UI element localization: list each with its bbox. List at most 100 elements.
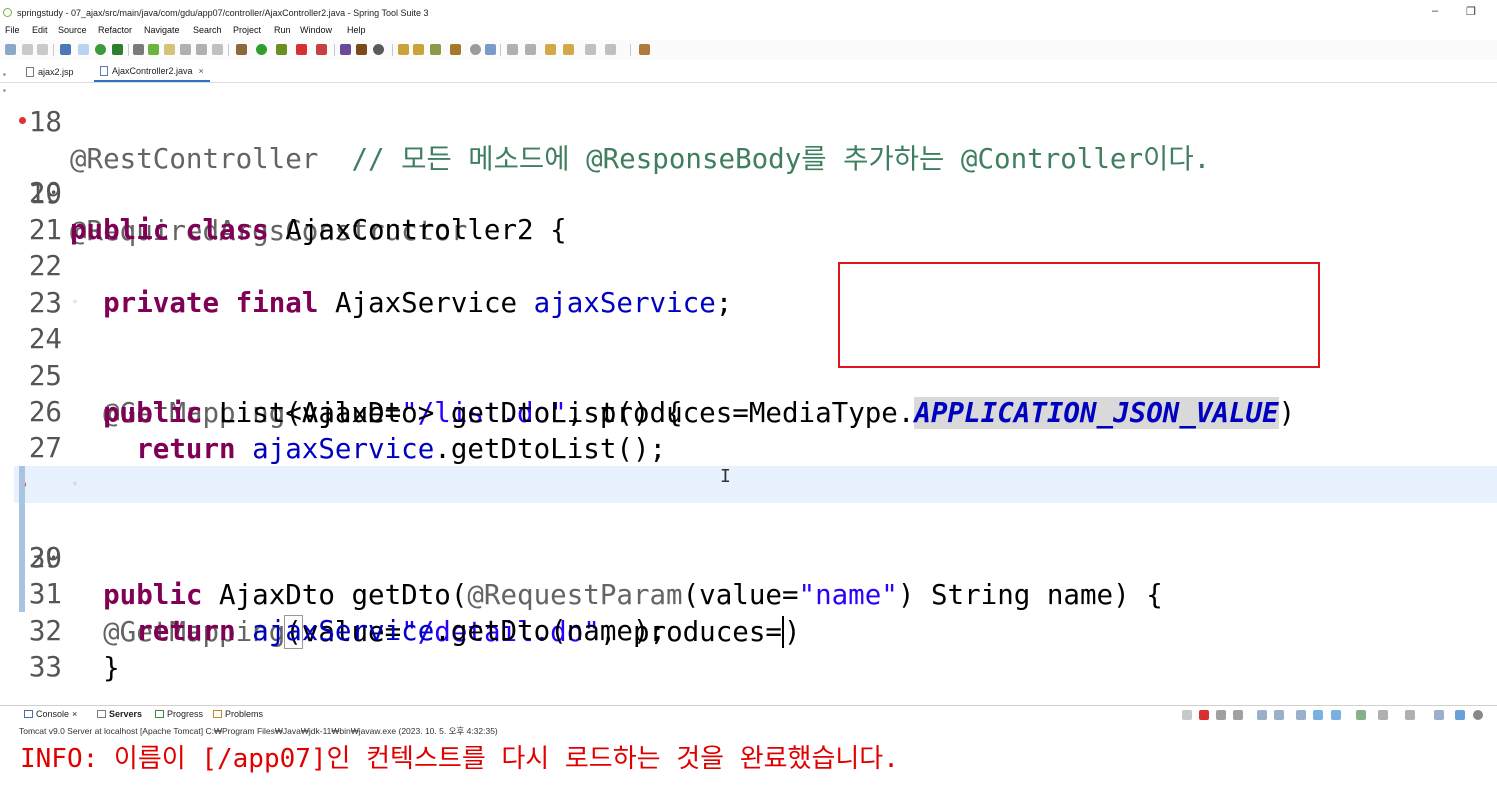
code-line: 31 return ajaxService.getDto(name);: [14, 539, 1497, 647]
toolbar-divider: [53, 44, 54, 56]
menu-help[interactable]: Help: [347, 25, 366, 35]
menu-bar: File Edit Source Refactor Navigate Searc…: [0, 23, 1497, 39]
close-tab-icon[interactable]: ×: [199, 66, 204, 76]
console-tab-bar: Console × Servers Progress Problems: [0, 705, 1497, 725]
coverage-icon[interactable]: [276, 44, 287, 55]
boot-dashboard-icon[interactable]: [95, 44, 106, 55]
minimize-console-icon[interactable]: [1434, 710, 1444, 720]
word-wrap-icon[interactable]: [1257, 710, 1267, 720]
tab-problems[interactable]: Problems: [213, 709, 263, 719]
show-stderr-icon[interactable]: [1313, 710, 1323, 720]
fold-toggle-icon[interactable]: ◦: [72, 284, 78, 321]
fold-toggle-icon[interactable]: ◦: [72, 466, 78, 503]
debug-icon[interactable]: [236, 44, 247, 55]
new-package-icon[interactable]: [356, 44, 367, 55]
spring-icon[interactable]: [133, 44, 144, 55]
paragraph-icon[interactable]: [212, 44, 223, 55]
terminal-icon[interactable]: [60, 44, 71, 55]
tab-ajax2-jsp[interactable]: ajax2.jsp: [20, 62, 80, 82]
new-project-icon[interactable]: [340, 44, 351, 55]
menu-search[interactable]: Search: [193, 25, 222, 35]
maximize-console-icon[interactable]: [1455, 710, 1465, 720]
external-tools-icon[interactable]: [316, 44, 327, 55]
remove-all-icon[interactable]: [1233, 710, 1243, 720]
code-line: 32 }: [14, 576, 1497, 684]
tab-servers[interactable]: Servers: [97, 709, 142, 719]
code-line: 20 public class AjaxController2 {: [14, 138, 1497, 246]
run-icon[interactable]: [256, 44, 267, 55]
open-perspective-icon[interactable]: [639, 44, 650, 55]
prev-edit-icon[interactable]: [525, 44, 536, 55]
tab-label: Servers: [109, 709, 143, 719]
spring-app-icon: [3, 8, 12, 17]
pin-console-icon[interactable]: [1182, 710, 1192, 720]
stop-icon[interactable]: [296, 44, 307, 55]
tab-label: Console: [36, 709, 70, 719]
remove-launch-icon[interactable]: [1216, 710, 1226, 720]
window-title: springstudy - 07_ajax/src/main/java/com/…: [17, 8, 429, 18]
outline-icon[interactable]: ▪: [3, 86, 6, 95]
refresh-icon[interactable]: [112, 44, 123, 55]
menu-navigate[interactable]: Navigate: [144, 25, 180, 35]
close-tab-icon[interactable]: ×: [72, 709, 77, 719]
horizontal-scrollbar[interactable]: [14, 688, 1497, 702]
open-folder-icon[interactable]: [398, 44, 409, 55]
scroll-lock-icon[interactable]: [1274, 710, 1284, 720]
minimize-button[interactable]: –: [1432, 5, 1438, 17]
toggle-icon[interactable]: [78, 44, 89, 55]
terminate-icon[interactable]: [1199, 710, 1209, 720]
tab-ajaxcontroller2-java[interactable]: AjaxController2.java ×: [94, 62, 210, 82]
progress-icon: [155, 710, 164, 718]
next-edit-icon[interactable]: [507, 44, 518, 55]
annotation-icon[interactable]: [450, 44, 461, 55]
error-marker-icon[interactable]: [19, 117, 26, 124]
save-all-icon[interactable]: [37, 44, 48, 55]
menu-edit[interactable]: Edit: [32, 25, 48, 35]
forward-icon[interactable]: [585, 44, 596, 55]
minimized-views-gutter: ▪ ▪: [0, 62, 12, 702]
save-icon[interactable]: [22, 44, 33, 55]
pin-icon[interactable]: [605, 44, 616, 55]
console-icon: [24, 710, 33, 718]
toolbar-divider: [228, 44, 229, 56]
highlight-box: [838, 262, 1320, 368]
open-task-icon[interactable]: [164, 44, 175, 55]
search-folder-icon[interactable]: [413, 44, 424, 55]
new-class-icon[interactable]: [373, 44, 384, 55]
toolbar: ⌕: [0, 40, 1497, 96]
open-console-icon[interactable]: [1356, 710, 1366, 720]
restore-button[interactable]: ❐: [1466, 5, 1476, 18]
toolbar-divider: [128, 44, 129, 56]
back-icon[interactable]: [563, 44, 574, 55]
jsp-file-icon: [26, 67, 34, 77]
show-stdout-icon[interactable]: [1296, 710, 1306, 720]
code-line: 30 public AjaxDto getDto(@RequestParam(v…: [14, 503, 1497, 611]
code-line: 33: [14, 612, 1497, 683]
next-annotation-icon[interactable]: [485, 44, 496, 55]
tab-console[interactable]: Console ×: [24, 709, 77, 719]
toolbar-divider: [500, 44, 501, 56]
toolbar-divider: [334, 44, 335, 56]
settings-icon[interactable]: [470, 44, 481, 55]
menu-file[interactable]: File: [5, 25, 20, 35]
console-view-menu-icon[interactable]: [1405, 710, 1415, 720]
gear-icon[interactable]: [1473, 710, 1483, 720]
menu-source[interactable]: Source: [58, 25, 87, 35]
pen-icon[interactable]: [430, 44, 441, 55]
menu-project[interactable]: Project: [233, 25, 261, 35]
tab-progress[interactable]: Progress: [155, 709, 203, 719]
text-cursor-icon: Ι: [720, 466, 731, 487]
show-whitespace-icon[interactable]: [196, 44, 207, 55]
servers-icon: [97, 710, 106, 718]
display-console-icon[interactable]: [1331, 710, 1341, 720]
toggle-mark-icon[interactable]: [180, 44, 191, 55]
menu-run[interactable]: Run: [274, 25, 291, 35]
last-edit-icon[interactable]: [545, 44, 556, 55]
new-console-icon[interactable]: [1378, 710, 1388, 720]
new-icon[interactable]: [5, 44, 16, 55]
menu-window[interactable]: Window: [300, 25, 332, 35]
menu-refactor[interactable]: Refactor: [98, 25, 132, 35]
open-type-icon[interactable]: [148, 44, 159, 55]
code-editor[interactable]: 18 @RestController // 모든 메소드에 @ResponseB…: [14, 83, 1497, 688]
package-explorer-icon[interactable]: ▪: [3, 70, 6, 79]
